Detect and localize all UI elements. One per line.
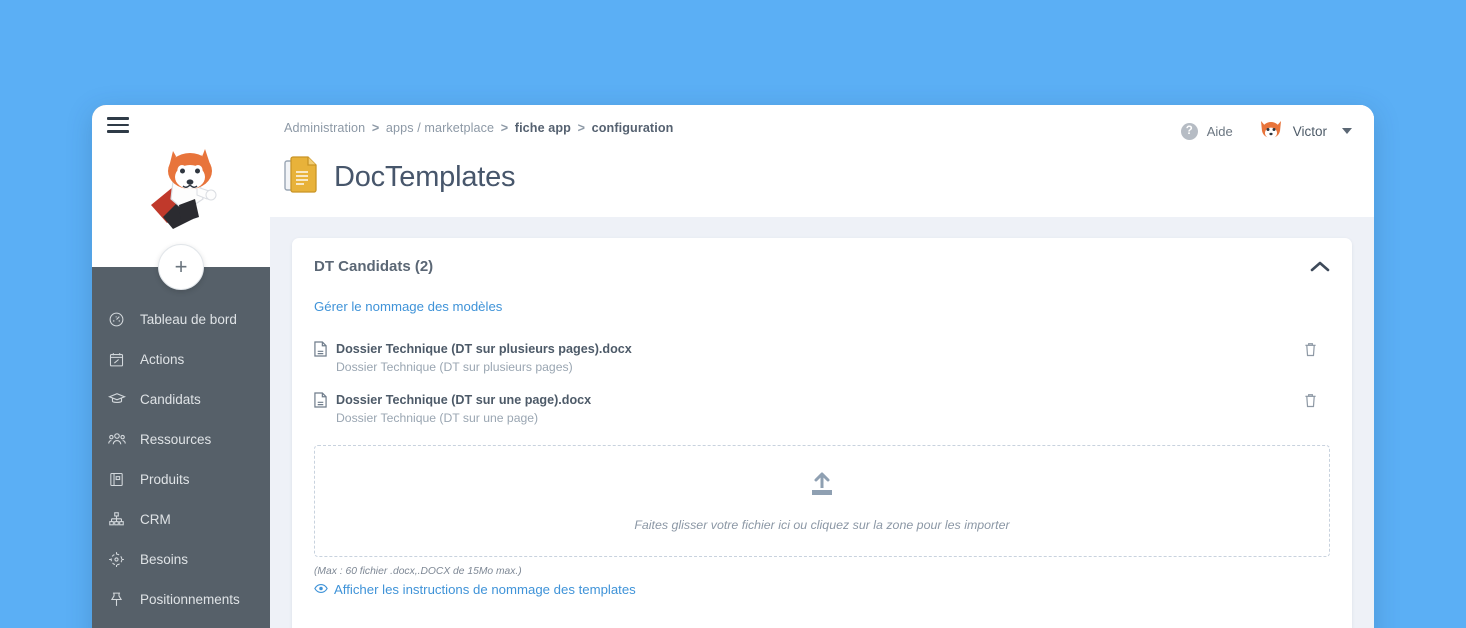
- file-subtitle: Dossier Technique (DT sur une page): [336, 410, 539, 425]
- add-button[interactable]: +: [158, 244, 204, 290]
- manage-naming-link[interactable]: Gérer le nommage des modèles: [314, 299, 502, 314]
- file-document-icon: [314, 340, 336, 362]
- instructions-link-label: Afficher les instructions de nommage des…: [334, 582, 636, 598]
- file-name: Dossier Technique (DT sur plusieurs page…: [336, 342, 632, 356]
- breadcrumb: Administration > apps / marketplace > fi…: [284, 121, 673, 135]
- show-naming-instructions-link[interactable]: Afficher les instructions de nommage des…: [314, 582, 1330, 597]
- sidebar-header: +: [92, 105, 270, 290]
- card-header: DT Candidats (2): [314, 258, 1330, 275]
- file-list-item[interactable]: Dossier Technique (DT sur une page).docx…: [314, 387, 1330, 438]
- dt-candidats-card: DT Candidats (2) Gérer le nommage des mo…: [292, 238, 1352, 628]
- graduation-cap-icon: [108, 390, 134, 408]
- eye-icon: [314, 582, 328, 597]
- browser-window: + Tableau de bord Actions Candidats Ress…: [92, 105, 1374, 628]
- fox-avatar-icon[interactable]: [1258, 118, 1284, 144]
- add-button-label: +: [174, 254, 188, 279]
- breadcrumb-item-fiche-app[interactable]: fiche app: [515, 121, 571, 135]
- sidebar-item-label: Positionnements: [140, 591, 240, 607]
- sidebar-item-label: Produits: [140, 471, 190, 487]
- trash-icon[interactable]: [1304, 340, 1324, 362]
- file-document-icon: [314, 391, 336, 413]
- sidebar-item-label: CRM: [140, 511, 171, 527]
- breadcrumb-separator: >: [500, 121, 509, 135]
- content-area: DT Candidats (2) Gérer le nommage des mo…: [270, 217, 1374, 628]
- people-group-icon: [108, 430, 134, 448]
- sidebar-item-label: Actions: [140, 351, 185, 367]
- dropzone-text: Faites glisser votre fichier ici ou cliq…: [634, 517, 1010, 532]
- sidebar-item-besoins[interactable]: Besoins: [92, 539, 270, 579]
- main-area: Administration > apps / marketplace > fi…: [270, 105, 1374, 628]
- sidebar: + Tableau de bord Actions Candidats Ress…: [92, 105, 270, 628]
- upload-icon: [808, 471, 836, 504]
- sidebar-item-crm[interactable]: CRM: [92, 499, 270, 539]
- upload-hint: (Max : 60 fichier .docx,.DOCX de 15Mo ma…: [314, 566, 522, 578]
- file-subtitle: Dossier Technique (DT sur plusieurs page…: [336, 360, 573, 374]
- chevron-up-icon[interactable]: [1310, 260, 1330, 273]
- sidebar-item-tableau-de-bord[interactable]: Tableau de bord: [92, 299, 270, 339]
- book-icon: [108, 471, 134, 488]
- sidebar-item-produits[interactable]: Produits: [92, 459, 270, 499]
- breadcrumb-separator: >: [371, 121, 380, 135]
- pushpin-icon: [108, 591, 134, 608]
- sidebar-item-ressources[interactable]: Ressources: [92, 419, 270, 459]
- breadcrumb-item-apps-marketplace[interactable]: apps / marketplace: [386, 121, 494, 135]
- page-title-row: DocTemplates: [284, 155, 516, 200]
- file-texts: Dossier Technique (DT sur une page).docx…: [336, 391, 1304, 428]
- help-link[interactable]: Aide: [1207, 124, 1233, 139]
- sidebar-item-label: Candidats: [140, 391, 201, 407]
- file-list-item[interactable]: Dossier Technique (DT sur plusieurs page…: [314, 336, 1330, 387]
- page-title: DocTemplates: [334, 161, 516, 193]
- chevron-down-icon[interactable]: [1342, 128, 1352, 134]
- file-name: Dossier Technique (DT sur une page).docx: [336, 392, 592, 407]
- topbar-actions: ? Aide Victor: [1180, 118, 1352, 144]
- calendar-check-icon: [108, 351, 134, 368]
- sidebar-item-label: Ressources: [140, 431, 212, 447]
- org-chart-icon: [108, 511, 134, 528]
- sidebar-item-actions[interactable]: Actions: [92, 339, 270, 379]
- trash-icon[interactable]: [1304, 391, 1324, 413]
- app-logo[interactable]: [92, 129, 270, 249]
- breadcrumb-item-configuration[interactable]: configuration: [592, 121, 674, 135]
- dashboard-gauge-icon: [108, 311, 134, 328]
- sidebar-item-positionnements[interactable]: Positionnements: [92, 579, 270, 619]
- document-templates-icon: [284, 155, 320, 200]
- fox-superhero-logo-icon: [151, 149, 217, 229]
- file-list: Dossier Technique (DT sur plusieurs page…: [314, 336, 1330, 437]
- user-name[interactable]: Victor: [1293, 124, 1327, 139]
- sidebar-item-label: Tableau de bord: [140, 311, 237, 327]
- file-texts: Dossier Technique (DT sur plusieurs page…: [336, 340, 1304, 377]
- breadcrumb-separator: >: [577, 121, 586, 135]
- target-icon: [108, 551, 134, 568]
- sidebar-item-candidats[interactable]: Candidats: [92, 379, 270, 419]
- file-dropzone[interactable]: Faites glisser votre fichier ici ou cliq…: [314, 445, 1330, 558]
- topbar: Administration > apps / marketplace > fi…: [270, 105, 1374, 217]
- sidebar-nav: Tableau de bord Actions Candidats Ressou…: [92, 267, 270, 628]
- card-title: DT Candidats (2): [314, 258, 434, 275]
- sidebar-item-label: Besoins: [140, 551, 189, 567]
- breadcrumb-item-administration[interactable]: Administration: [284, 121, 365, 135]
- question-circle-icon[interactable]: ?: [1180, 122, 1198, 140]
- sidebar-item-projets[interactable]: Projets: [92, 619, 270, 628]
